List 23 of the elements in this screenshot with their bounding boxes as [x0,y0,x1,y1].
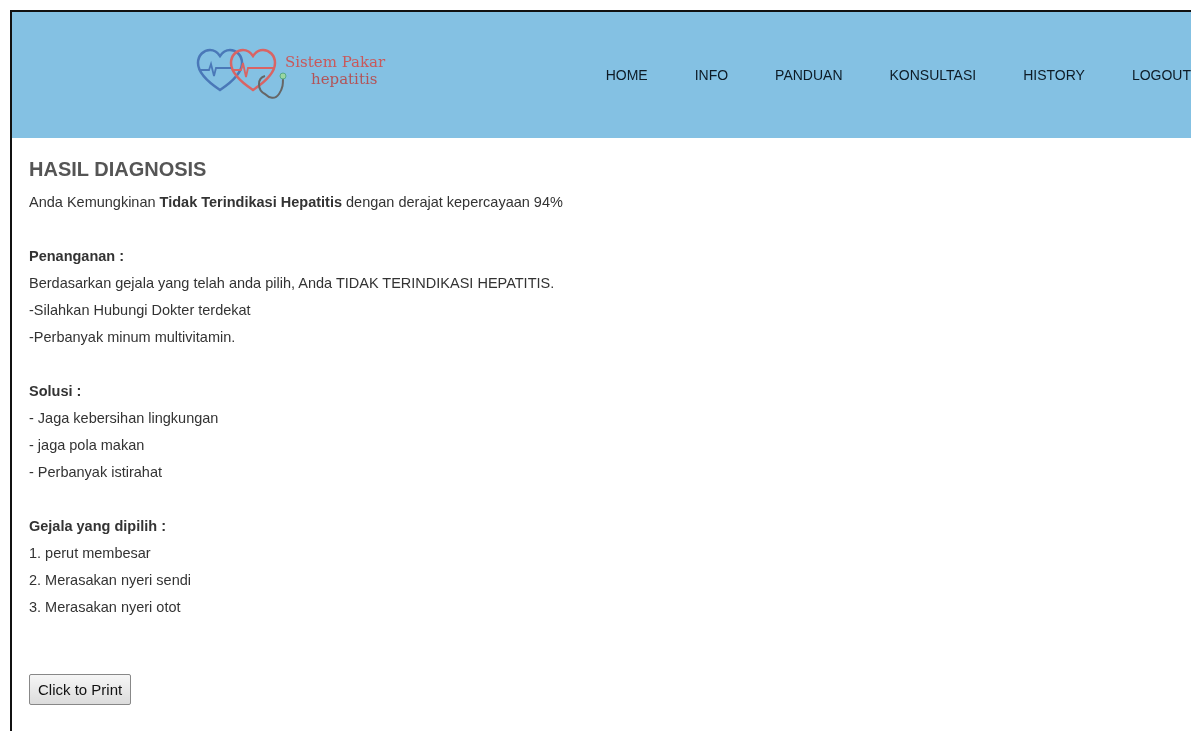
print-button[interactable]: Click to Print [29,674,132,705]
nav-link[interactable]: LOGOUT [1131,67,1191,83]
logo-title: Sistem Pakar [285,54,386,71]
diagnosis-summary: Anda Kemungkinan Tidak Terindikasi Hepatitis dengan derajat kepercayaan 94% [29,193,564,212]
text-line: - Perbanyak istirahat [29,463,163,482]
nav-link[interactable]: PANDUAN [775,67,843,83]
nav-link[interactable]: INFO [694,67,729,83]
text-line: 1. perut membesar [29,544,152,563]
text-line: Berdasarkan gejala yang telah anda pilih, Anda TIDAK TERINDIKASI HEPATITIS. [29,274,556,293]
text-line: -Perbanyak minum multivitamin. [29,328,237,347]
text-line: 2. Merasakan nyeri sendi [29,571,192,590]
nav-link[interactable]: HOME [605,67,648,83]
section-heading: Gejala yang dipilih : [29,517,167,536]
nav-link[interactable]: HISTORY [1023,67,1085,83]
text-line: - Jaga kebersihan lingkungan [29,409,220,428]
text-line: -Silahkan Hubungi Dokter terdekat [29,301,252,320]
text-line: 3. Merasakan nyeri otot [29,598,182,617]
text-line: - jaga pola makan [29,436,146,455]
page-title: HASIL DIAGNOSIS [29,158,208,181]
logo-subtitle: hepatitis [311,71,379,88]
section-heading: Penanganan : [29,247,126,266]
section-heading: Solusi : [29,382,83,401]
nav-link[interactable]: KONSULTASI [889,67,977,83]
